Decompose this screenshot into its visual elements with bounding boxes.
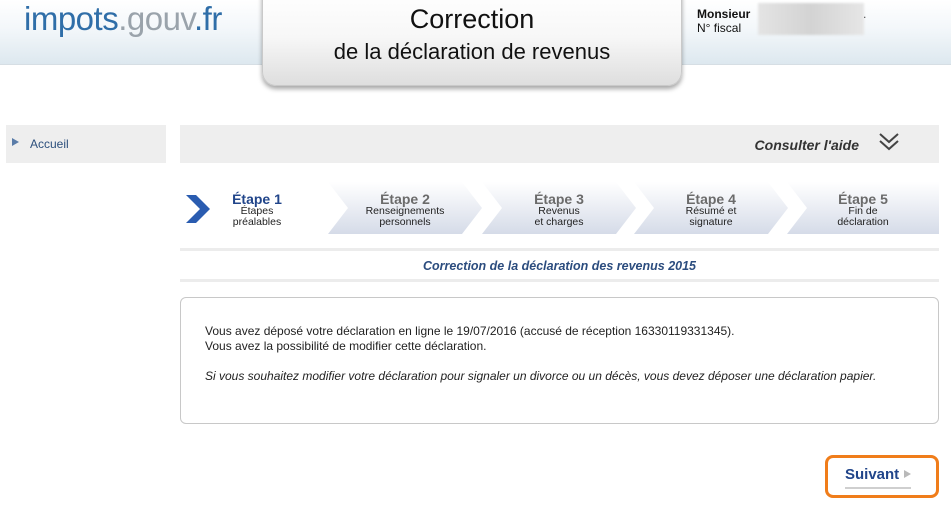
divider	[180, 248, 939, 251]
current-step-arrow-icon	[186, 195, 210, 223]
redacted-personal-info	[758, 3, 864, 35]
button-underline	[845, 487, 911, 489]
section-title: Correction de la déclaration des revenus…	[422, 259, 697, 273]
logo-part-fr: .fr	[193, 0, 222, 37]
fiscal-number-label: N° fiscal	[697, 21, 742, 35]
user-name-label: Monsieur	[697, 7, 751, 21]
logo-part-gouv: .gouv	[118, 0, 194, 37]
step-line2: et charges	[534, 216, 584, 228]
user-info: Monsieur N° fiscal .	[697, 7, 866, 35]
info-box: Vous avez déposé votre déclaration en li…	[180, 297, 939, 424]
step-line2: personnels	[379, 216, 431, 228]
divider	[180, 279, 939, 282]
arrow-right-icon	[12, 138, 19, 146]
arrow-right-icon	[904, 470, 911, 478]
step-line2: préalables	[232, 216, 282, 228]
step-1: Étape 1 Étapes préalables	[180, 182, 330, 234]
help-bar: Consulter l'aide	[180, 125, 939, 163]
divorce-death-notice: Si vous souhaitez modifier votre déclara…	[205, 369, 877, 383]
step-line2: signature	[689, 216, 733, 228]
step-3: Étape 3 Revenus et charges	[482, 182, 636, 234]
step-5: Étape 5 Fin de déclaration	[787, 182, 939, 234]
sidebar-item-accueil[interactable]: Accueil	[6, 125, 166, 163]
step-progress: Étape 1 Étapes préalables Étape 2 Rensei…	[180, 182, 939, 234]
step-description: Résumé et signature	[634, 206, 788, 228]
modification-info-text: Vous avez la possibilité de modifier cet…	[205, 339, 487, 353]
page-subtitle: de la déclaration de revenus	[333, 39, 611, 64]
impots-logo[interactable]: impots.gouv.fr	[24, 0, 222, 38]
step-4: Étape 4 Résumé et signature	[634, 182, 788, 234]
help-link[interactable]: Consulter l'aide	[755, 137, 859, 153]
step-description: Revenus et charges	[482, 206, 636, 228]
step-line2: déclaration	[837, 216, 889, 228]
step-description: Renseignements personnels	[328, 206, 482, 228]
next-button-label: Suivant	[845, 466, 900, 483]
step-description: Fin de déclaration	[787, 206, 939, 228]
step-description: Étapes préalables	[218, 206, 296, 228]
step-2: Étape 2 Renseignements personnels	[328, 182, 482, 234]
double-chevron-down-icon[interactable]	[877, 130, 901, 154]
page-title-box: Correction de la déclaration de revenus	[262, 0, 682, 86]
logo-part-impots: impots	[24, 0, 119, 37]
sidebar-item-label: Accueil	[30, 137, 69, 151]
page-title: Correction	[409, 4, 535, 34]
next-button[interactable]: Suivant	[825, 455, 939, 498]
submission-info-text: Vous avez déposé votre déclaration en li…	[205, 324, 735, 338]
